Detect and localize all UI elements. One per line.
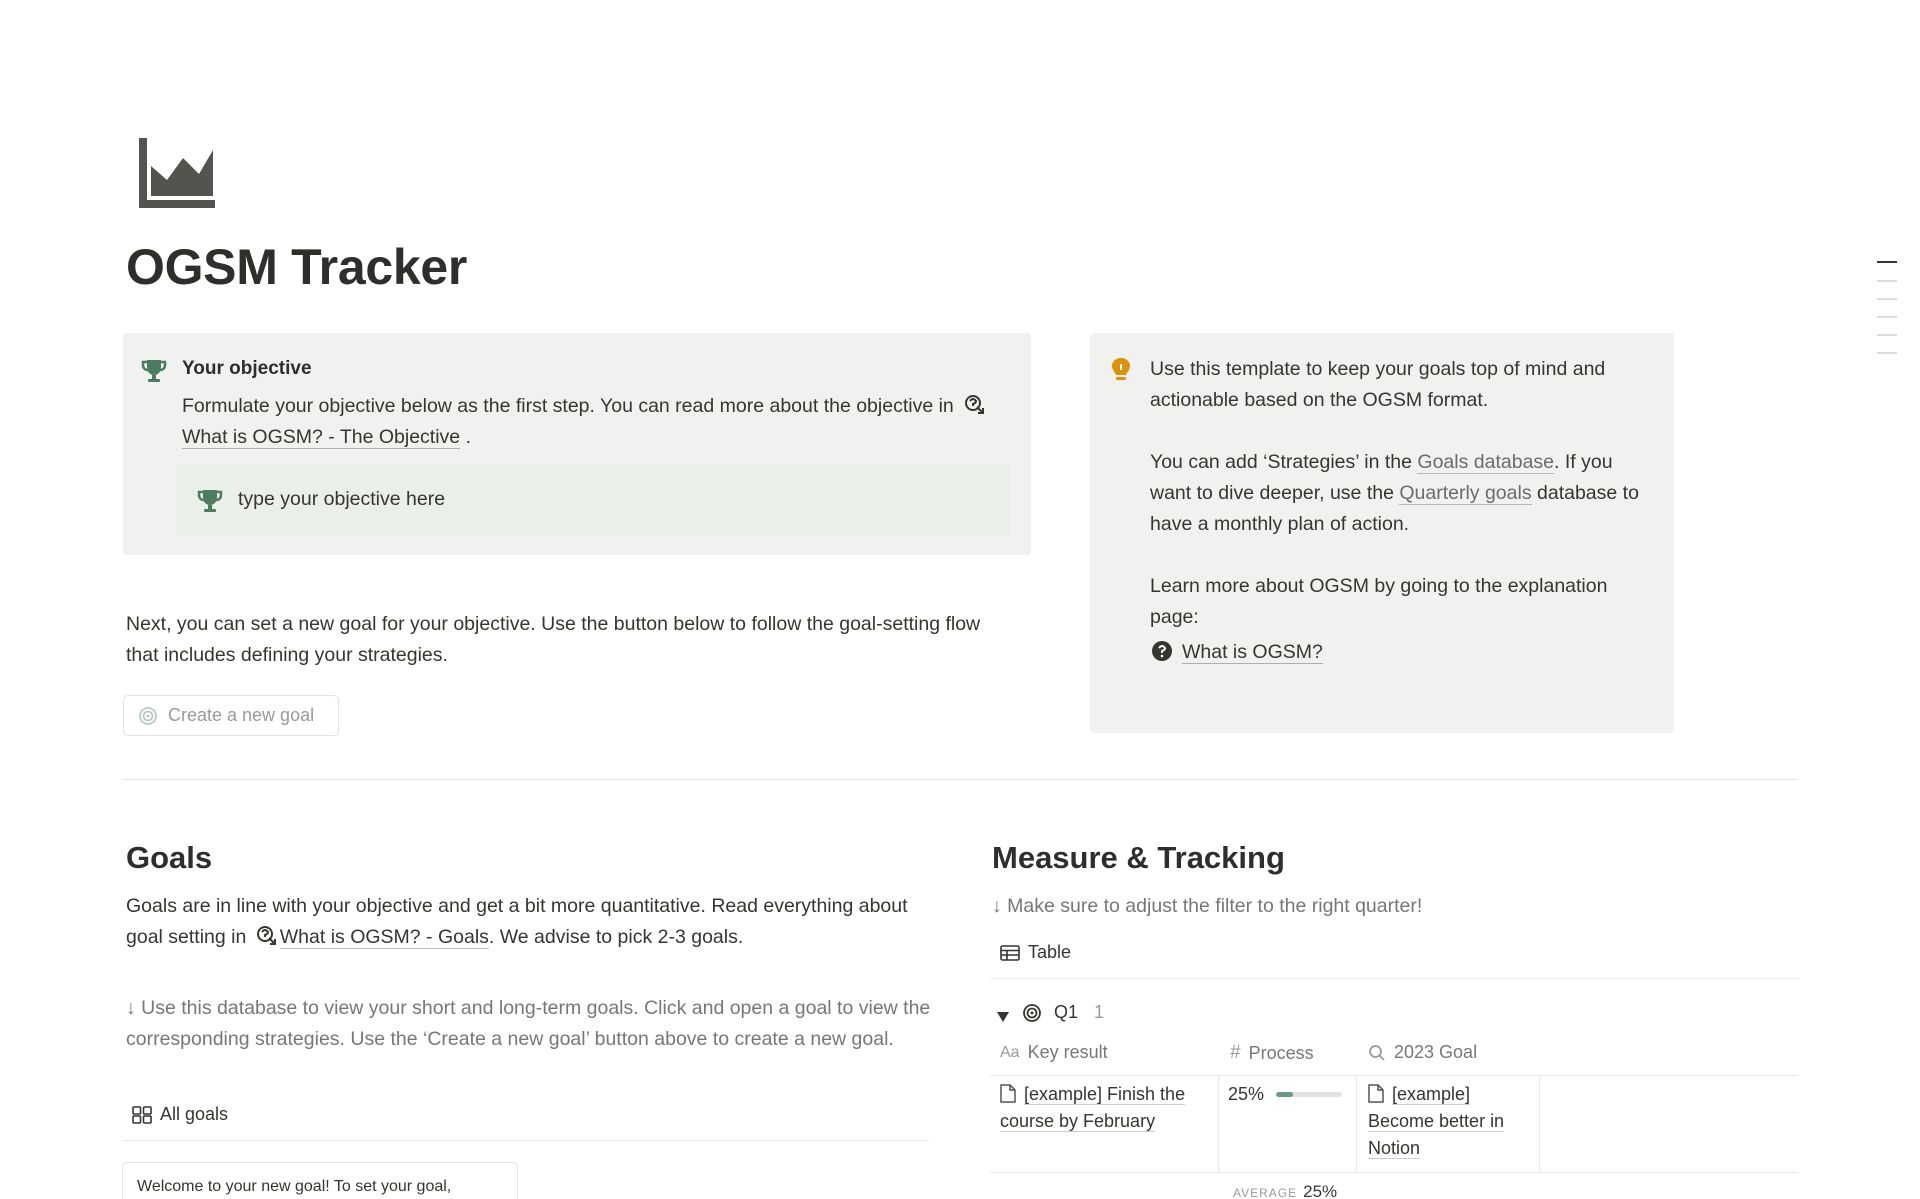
column-2023-goal-label: 2023 Goal: [1394, 1042, 1478, 1062]
column-process[interactable]: # Process: [1230, 1042, 1314, 1064]
what-is-ogsm-link[interactable]: What is OGSM?: [1182, 641, 1323, 664]
toc-item-active[interactable]: [1877, 261, 1897, 263]
objective-callout-text: Formulate your objective below as the fi…: [182, 391, 1002, 453]
toc-item[interactable]: [1877, 298, 1897, 300]
target-icon: [1022, 1003, 1042, 1023]
info-p2-start: You can add ‘Strategies’ in the: [1150, 451, 1412, 473]
table-view-label: Table: [1028, 942, 1072, 962]
group-count: 1: [1094, 1002, 1105, 1022]
info-paragraph-3: Learn more about OGSM by going to the ex…: [1150, 575, 1608, 628]
column-divider: [1218, 1075, 1219, 1173]
calc-label: AVERAGE: [1233, 1186, 1298, 1199]
target-icon: [138, 706, 158, 726]
toc-item[interactable]: [1877, 334, 1897, 336]
what-is-ogsm-line: What is OGSM?: [1150, 637, 1650, 668]
progress-bar: [1276, 1092, 1343, 1097]
ogsm-page-icon: [255, 924, 277, 946]
column-divider: [1539, 1075, 1540, 1173]
measure-heading: Measure & Tracking: [992, 840, 1285, 875]
number-type-icon: #: [1230, 1042, 1241, 1063]
goals-database-link[interactable]: Goals database: [1417, 451, 1555, 474]
ogsm-objective-link[interactable]: What is OGSM? - The Objective: [182, 426, 461, 449]
toc-item[interactable]: [1877, 316, 1897, 318]
next-step-text: Next, you can set a new goal for your ob…: [126, 613, 981, 666]
goals-view-divider: [123, 1140, 929, 1141]
trophy-icon: [196, 487, 224, 520]
all-goals-label: All goals: [160, 1104, 229, 1124]
toc-item[interactable]: [1877, 280, 1897, 282]
goals-heading: Goals: [126, 840, 213, 875]
column-key-result[interactable]: Aa Key result: [1000, 1042, 1108, 1063]
lightbulb-icon: [1110, 356, 1132, 389]
group-q1-header[interactable]: Q1 1: [996, 1002, 1104, 1023]
key-result-link[interactable]: [example] Finish the course by February: [1000, 1084, 1186, 1132]
toc-item[interactable]: [1877, 352, 1897, 354]
process-cell[interactable]: 25%: [1228, 1081, 1343, 1108]
goal-card[interactable]: Welcome to your new goal! To set your go…: [122, 1162, 518, 1199]
process-value: 25%: [1228, 1084, 1265, 1104]
page-icon: [1000, 1084, 1016, 1103]
search-icon: [1368, 1044, 1386, 1062]
table-header-divider: [990, 1075, 1798, 1076]
quarterly-goals-link[interactable]: Quarterly goals: [1399, 482, 1532, 505]
create-goal-label: Create a new goal: [168, 705, 315, 725]
table-row[interactable]: [example] Finish the course by February: [1000, 1081, 1210, 1135]
trophy-icon: [140, 357, 168, 390]
objective-text: Formulate your objective below as the fi…: [182, 395, 954, 417]
goal-relation-cell[interactable]: [example] Become better in Notion: [1368, 1081, 1532, 1162]
calc-value: 25%: [1303, 1182, 1338, 1199]
question-page-icon: [1150, 639, 1174, 663]
column-2023-goal[interactable]: 2023 Goal: [1368, 1042, 1477, 1063]
group-name: Q1: [1054, 1002, 1079, 1022]
goal-card-text: Welcome to your new goal! To set your go…: [137, 1178, 452, 1195]
column-process-label: Process: [1248, 1042, 1314, 1063]
triangle-down-icon[interactable]: [996, 1007, 1010, 1022]
objective-callout-title: Your objective: [182, 358, 312, 379]
section-divider: [123, 779, 1798, 780]
goals-description: Goals are in line with your objective an…: [126, 891, 936, 953]
all-goals-view-tab[interactable]: All goals: [132, 1104, 228, 1125]
column-divider: [1356, 1075, 1357, 1173]
info-callout-text: Use this template to keep your goals top…: [1150, 354, 1650, 668]
goal-relation-link[interactable]: [example] Become better in Notion: [1368, 1084, 1505, 1159]
goals-hint: ↓ Use this database to view your short a…: [126, 997, 931, 1050]
objective-text-end: .: [465, 426, 471, 448]
measure-view-divider: [990, 978, 1798, 979]
info-paragraph-2: You can add ‘Strategies’ in the Goals da…: [1150, 447, 1650, 540]
column-key-result-label: Key result: [1027, 1042, 1108, 1062]
gallery-icon: [132, 1105, 152, 1124]
area-chart-icon[interactable]: [137, 136, 217, 210]
goals-text-end: . We advise to pick 2-3 goals.: [488, 926, 744, 948]
objective-input-text[interactable]: type your objective here: [238, 484, 445, 515]
ogsm-goals-link[interactable]: What is OGSM? - Goals: [279, 926, 489, 949]
table-row-divider: [990, 1172, 1798, 1173]
page-title: OGSM Tracker: [126, 239, 468, 295]
table-view-tab[interactable]: Table: [1000, 942, 1071, 963]
table-icon: [1000, 944, 1020, 961]
measure-hint: ↓ Make sure to adjust the filter to the …: [992, 895, 1423, 917]
page-icon: [1368, 1084, 1384, 1103]
ogsm-page-icon: [963, 393, 985, 415]
create-goal-button[interactable]: Create a new goal: [123, 695, 339, 736]
info-paragraph-1: Use this template to keep your goals top…: [1150, 358, 1606, 411]
text-type-icon: Aa: [1000, 1043, 1020, 1061]
progress-fill: [1276, 1092, 1293, 1097]
process-average[interactable]: AVERAGE 25%: [1233, 1182, 1337, 1199]
